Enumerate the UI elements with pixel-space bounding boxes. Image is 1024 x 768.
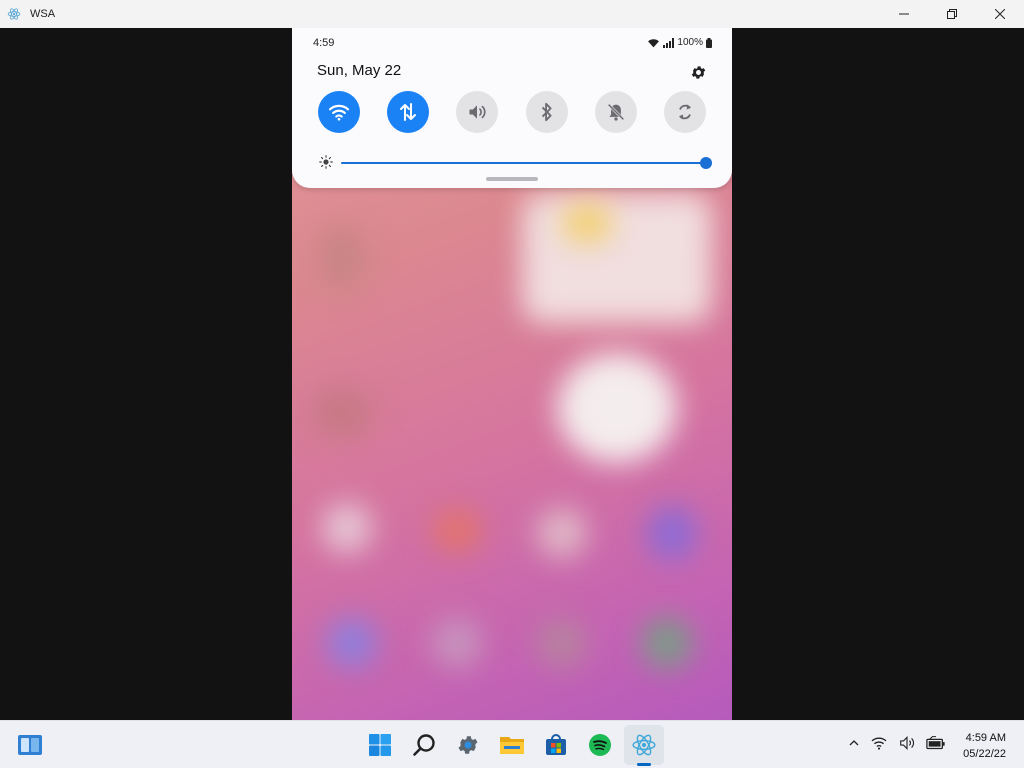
bell-off-icon bbox=[607, 103, 625, 121]
wifi-toggle[interactable] bbox=[318, 91, 360, 133]
android-screen[interactable]: 4:59 100% Sun, May 22 bbox=[292, 28, 732, 720]
maximize-icon bbox=[947, 9, 957, 19]
panel-drag-handle[interactable] bbox=[486, 177, 538, 181]
wifi-icon bbox=[328, 104, 350, 121]
spotify-icon bbox=[589, 734, 611, 756]
file-explorer-icon bbox=[500, 737, 524, 754]
bluetooth-toggle[interactable] bbox=[526, 91, 568, 133]
battery-button[interactable] bbox=[926, 735, 946, 755]
app-content: 4:59 100% Sun, May 22 bbox=[0, 28, 1024, 720]
start-icon bbox=[369, 734, 391, 756]
brightness-slider-thumb[interactable] bbox=[700, 157, 712, 169]
bluetooth-icon bbox=[541, 102, 552, 122]
date-label: Sun, May 22 bbox=[317, 62, 402, 79]
gear-icon bbox=[691, 65, 705, 79]
blurred-clock bbox=[557, 353, 677, 463]
blurred-icon bbox=[322, 503, 372, 553]
react-icon bbox=[6, 6, 22, 22]
volume-icon bbox=[900, 735, 914, 750]
mobile-data-toggle[interactable] bbox=[387, 91, 429, 133]
blurred-icon bbox=[432, 508, 482, 553]
active-app-indicator bbox=[637, 763, 651, 766]
battery-icon bbox=[706, 37, 712, 48]
show-hidden-icons-button[interactable] bbox=[848, 736, 860, 754]
auto-rotate-toggle[interactable] bbox=[664, 91, 706, 133]
battery-icon bbox=[926, 735, 945, 749]
rotate-icon bbox=[679, 104, 691, 120]
sound-toggle[interactable] bbox=[456, 91, 498, 133]
signal-icon bbox=[663, 37, 675, 48]
battery-level: 100% bbox=[677, 37, 703, 48]
search-button[interactable] bbox=[404, 725, 444, 765]
brightness-icon bbox=[319, 155, 333, 169]
minimize-icon bbox=[899, 13, 909, 15]
blurred-icon bbox=[432, 618, 482, 668]
mobile-data-icon bbox=[400, 103, 416, 121]
status-time: 4:59 bbox=[313, 37, 335, 49]
taskbar-clock[interactable]: 4:59 AM 05/22/22 bbox=[963, 730, 1006, 762]
widgets-button[interactable] bbox=[10, 725, 50, 765]
blurred-icon bbox=[647, 506, 697, 561]
search-icon bbox=[413, 734, 435, 756]
title-bar: WSA bbox=[0, 0, 1024, 28]
quick-settings-panel: 4:59 100% Sun, May 22 bbox=[292, 28, 732, 188]
close-icon bbox=[995, 9, 1005, 19]
blurred-icon bbox=[642, 618, 692, 668]
file-explorer-button[interactable] bbox=[492, 725, 532, 765]
widgets-icon bbox=[18, 735, 42, 755]
system-tray bbox=[848, 721, 946, 768]
wifi-status-icon bbox=[648, 38, 660, 47]
clock-date: 05/22/22 bbox=[963, 748, 1006, 760]
store-icon bbox=[546, 734, 566, 755]
start-button[interactable] bbox=[360, 725, 400, 765]
close-button[interactable] bbox=[976, 0, 1024, 28]
store-button[interactable] bbox=[536, 725, 576, 765]
sound-icon bbox=[469, 105, 486, 119]
do-not-disturb-toggle[interactable] bbox=[595, 91, 637, 133]
wsa-button[interactable] bbox=[624, 725, 664, 765]
blurred-icon bbox=[537, 618, 587, 668]
wifi-icon bbox=[871, 737, 887, 750]
spotify-button[interactable] bbox=[580, 725, 620, 765]
blurred-icon bbox=[537, 508, 587, 558]
volume-button[interactable] bbox=[898, 735, 916, 755]
minimize-button[interactable] bbox=[880, 0, 928, 28]
brightness-slider[interactable] bbox=[341, 162, 707, 164]
window-title: WSA bbox=[30, 8, 56, 20]
blurred-widget bbox=[562, 203, 612, 243]
status-icons: 100% bbox=[647, 37, 712, 48]
chevron-up-icon bbox=[849, 740, 859, 746]
settings-icon bbox=[458, 736, 478, 754]
settings-button[interactable] bbox=[688, 62, 708, 82]
blurred-icon bbox=[312, 388, 372, 438]
settings-app-button[interactable] bbox=[448, 725, 488, 765]
wsa-icon bbox=[632, 734, 656, 756]
network-button[interactable] bbox=[870, 736, 888, 755]
clock-time: 4:59 AM bbox=[965, 732, 1006, 744]
blurred-icon bbox=[327, 618, 377, 668]
blurred-icon bbox=[317, 223, 367, 293]
taskbar: 4:59 AM 05/22/22 bbox=[0, 720, 1024, 768]
maximize-button[interactable] bbox=[928, 0, 976, 28]
blurred-widget bbox=[522, 193, 712, 323]
